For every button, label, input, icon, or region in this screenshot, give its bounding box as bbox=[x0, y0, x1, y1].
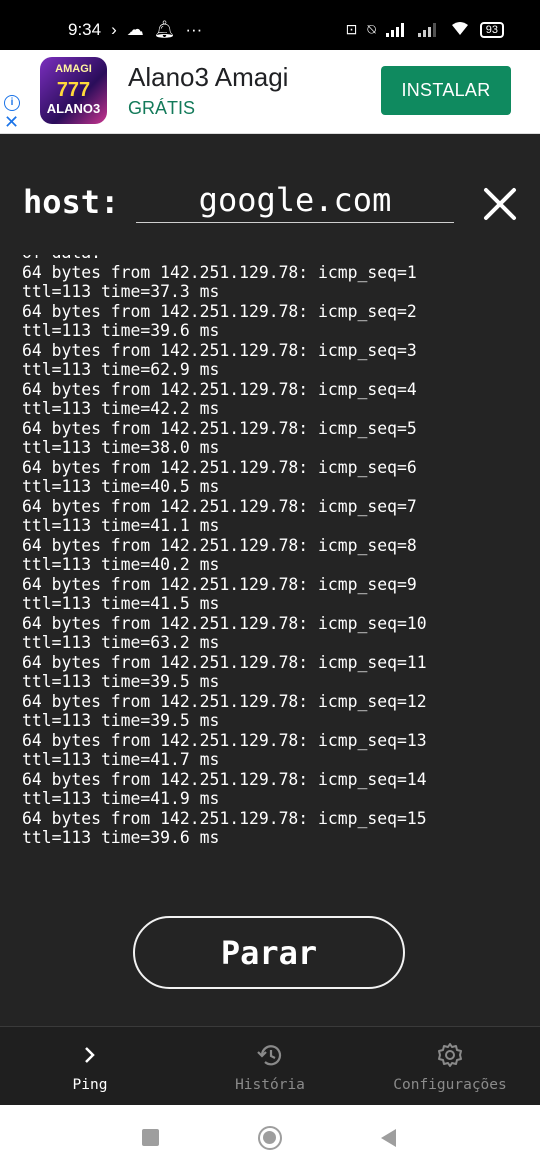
output-line: ttl=113 time=62.9 ms bbox=[22, 360, 220, 379]
bottom-nav: Ping História Configurações bbox=[0, 1026, 540, 1106]
output-line: 64 bytes from 142.251.129.78: icmp_seq=4 bbox=[22, 379, 417, 399]
cloud-icon: ☁ bbox=[126, 20, 144, 39]
more-icon: ··· bbox=[185, 20, 203, 39]
output-line: 64 bytes from 142.251.129.78: icmp_seq=2 bbox=[22, 301, 417, 321]
output-line: of data. bbox=[22, 255, 526, 263]
ad-icon-text-mid: 777 bbox=[56, 79, 91, 101]
nav-item-settings[interactable]: Configurações bbox=[360, 1027, 540, 1106]
ad-icon-text-top: AMAGI bbox=[55, 63, 92, 75]
status-time: 9:34 bbox=[68, 20, 102, 39]
host-label: host: bbox=[23, 183, 120, 221]
output-line: ttl=113 time=41.9 ms bbox=[22, 789, 220, 808]
host-input[interactable]: google.com bbox=[136, 178, 454, 223]
chevron-icon: › bbox=[111, 20, 117, 39]
output-line: 64 bytes from 142.251.129.78: icmp_seq=6 bbox=[22, 457, 417, 477]
ad-price: GRÁTIS bbox=[128, 98, 196, 118]
ping-output[interactable]: of data.64 bytes from 142.251.129.78: ic… bbox=[0, 255, 540, 865]
nav-label-settings: Configurações bbox=[393, 1077, 507, 1093]
history-icon bbox=[257, 1045, 282, 1066]
back-button[interactable] bbox=[378, 1127, 398, 1149]
output-line: 64 bytes from 142.251.129.78: icmp_seq=1… bbox=[22, 730, 427, 750]
ad-icon-text-bottom: ALANO3 bbox=[46, 101, 101, 116]
output-line: ttl=113 time=39.6 ms bbox=[22, 321, 220, 340]
status-bar: 9:34 › ☁ 🔔︎ ··· ⊡ ⍉ 93 bbox=[0, 0, 540, 50]
ping-output-lines: of data.64 bytes from 142.251.129.78: ic… bbox=[22, 255, 526, 848]
ad-banner[interactable]: AMAGI 777 ALANO3 Alano3 Amagi GRÁTIS INS… bbox=[0, 50, 540, 134]
ad-info-icon[interactable]: i bbox=[4, 95, 20, 111]
signal-2-icon bbox=[417, 22, 440, 37]
signal-icon bbox=[385, 22, 408, 37]
output-line: 64 bytes from 142.251.129.78: icmp_seq=1… bbox=[22, 613, 427, 633]
output-line: ttl=113 time=39.5 ms bbox=[22, 711, 220, 730]
output-line: ttl=113 time=38.0 ms bbox=[22, 438, 220, 457]
output-line: 64 bytes from 142.251.129.78: icmp_seq=9 bbox=[22, 574, 417, 594]
nav-label-history: História bbox=[235, 1077, 305, 1093]
stop-button[interactable]: Parar bbox=[133, 916, 405, 989]
output-line: ttl=113 time=41.5 ms bbox=[22, 594, 220, 613]
bell-icon: 🔔︎ bbox=[153, 20, 176, 39]
output-line: ttl=113 time=42.2 ms bbox=[22, 399, 220, 418]
nav-item-ping[interactable]: Ping bbox=[0, 1027, 180, 1106]
ad-app-icon[interactable]: AMAGI 777 ALANO3 bbox=[40, 57, 107, 124]
home-button[interactable] bbox=[258, 1126, 282, 1150]
battery-icon: 93 bbox=[479, 21, 504, 38]
output-line: 64 bytes from 142.251.129.78: icmp_seq=1… bbox=[22, 691, 427, 711]
recent-apps-button[interactable] bbox=[142, 1129, 159, 1146]
close-icon bbox=[484, 188, 516, 220]
output-line: ttl=113 time=41.7 ms bbox=[22, 750, 220, 769]
output-line: 64 bytes from 142.251.129.78: icmp_seq=5 bbox=[22, 418, 417, 438]
ad-close-icon[interactable]: ✕ bbox=[4, 112, 19, 133]
chevron-right-icon bbox=[85, 1047, 95, 1063]
output-line: 64 bytes from 142.251.129.78: icmp_seq=1… bbox=[22, 808, 427, 828]
output-line: 64 bytes from 142.251.129.78: icmp_seq=7 bbox=[22, 496, 417, 516]
nav-item-history[interactable]: História bbox=[180, 1027, 360, 1106]
output-line: ttl=113 time=40.5 ms bbox=[22, 477, 220, 496]
output-line: ttl=113 time=63.2 ms bbox=[22, 633, 220, 652]
output-line: 64 bytes from 142.251.129.78: icmp_seq=3 bbox=[22, 340, 417, 360]
vibrate-off-icon: ⍉ bbox=[367, 21, 376, 37]
output-line: 64 bytes from 142.251.129.78: icmp_seq=1… bbox=[22, 652, 427, 672]
ad-app-name[interactable]: Alano3 Amagi bbox=[128, 62, 288, 93]
system-nav-bar bbox=[0, 1105, 540, 1170]
output-line: ttl=113 time=41.1 ms bbox=[22, 516, 220, 535]
gear-icon bbox=[438, 1043, 462, 1067]
output-line: ttl=113 time=37.3 ms bbox=[22, 282, 220, 301]
output-line: ttl=113 time=40.2 ms bbox=[22, 555, 220, 574]
output-line: ttl=113 time=39.6 ms bbox=[22, 828, 220, 847]
clear-button[interactable] bbox=[480, 184, 520, 224]
wifi-icon bbox=[450, 20, 470, 39]
output-line: 64 bytes from 142.251.129.78: icmp_seq=1… bbox=[22, 769, 427, 789]
ad-install-button[interactable]: INSTALAR bbox=[381, 66, 511, 115]
output-line: ttl=113 time=39.5 ms bbox=[22, 672, 220, 691]
nav-label-ping: Ping bbox=[72, 1077, 108, 1093]
output-line: 64 bytes from 142.251.129.78: icmp_seq=1 bbox=[22, 262, 417, 282]
dnd-icon: ⊡ bbox=[345, 21, 358, 37]
output-line: 64 bytes from 142.251.129.78: icmp_seq=8 bbox=[22, 535, 417, 555]
